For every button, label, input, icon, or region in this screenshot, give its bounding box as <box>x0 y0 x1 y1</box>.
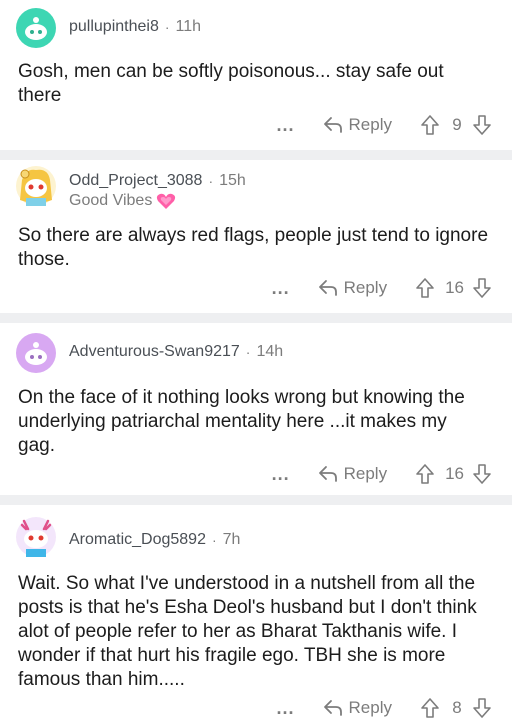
more-options-button[interactable]: ... <box>272 278 290 299</box>
comment-2: Odd_Project_3088 · 15h Good Vibes So the… <box>0 160 512 313</box>
more-options-button[interactable]: ... <box>277 698 295 719</box>
upvote-icon[interactable] <box>415 277 435 299</box>
reply-label: Reply <box>343 464 388 483</box>
downvote-icon[interactable] <box>472 697 492 719</box>
comment-body: Gosh, men can be softly poisonous... sta… <box>18 61 444 106</box>
avatar[interactable] <box>16 333 56 373</box>
reply-label: Reply <box>348 698 392 717</box>
upvote-icon[interactable] <box>415 463 435 485</box>
comment-body: On the face of it nothing looks wrong bu… <box>18 387 465 456</box>
username[interactable]: Adventurous-Swan9217 <box>69 343 240 361</box>
reply-button[interactable]: Reply <box>323 698 392 718</box>
flair-text: Good Vibes <box>69 192 153 209</box>
comment-actions: ... Reply 16 <box>272 277 492 299</box>
timestamp: 15h <box>219 172 246 189</box>
vote-count: 8 <box>452 698 462 717</box>
username[interactable]: Odd_Project_3088 <box>69 172 202 190</box>
comment-divider <box>0 150 512 160</box>
reply-button[interactable]: Reply <box>323 115 392 135</box>
reply-arrow-icon <box>323 117 342 133</box>
reply-button[interactable]: Reply <box>318 464 387 484</box>
more-options-button[interactable]: ... <box>277 115 295 136</box>
comment-header: Adventurous-Swan9217 · 14h <box>16 333 283 373</box>
upvote-icon[interactable] <box>420 114 440 136</box>
vote-count: 9 <box>452 115 462 134</box>
user-flair: Good Vibes <box>69 192 246 210</box>
comment-actions: ... Reply 9 <box>277 114 492 136</box>
comment-header: pullupinthei8 · 11h <box>16 8 201 48</box>
comment-header: Odd_Project_3088 · 15h Good Vibes <box>16 166 246 210</box>
vote-controls: 16 <box>415 463 492 485</box>
timestamp: 7h <box>222 531 241 548</box>
comment-actions: ... Reply 16 <box>272 463 492 485</box>
vote-count: 16 <box>445 278 464 297</box>
snoo-avatar-icon <box>25 342 47 365</box>
vote-controls: 16 <box>415 277 492 299</box>
separator-dot: · <box>208 173 214 189</box>
reply-arrow-icon <box>323 700 342 716</box>
separator-dot: · <box>245 344 251 360</box>
snoo-avatar-icon <box>25 17 47 40</box>
downvote-icon[interactable] <box>472 114 492 136</box>
separator-dot: · <box>211 532 217 548</box>
comment-divider <box>0 313 512 323</box>
reply-label: Reply <box>348 115 392 134</box>
reply-label: Reply <box>343 278 388 297</box>
downvote-icon[interactable] <box>472 277 492 299</box>
comment-body: Wait. So what I've understood in a nutsh… <box>18 573 477 690</box>
comment-body: So there are always red flags, people ju… <box>18 225 489 270</box>
avatar[interactable] <box>16 8 56 48</box>
comment-3: Adventurous-Swan9217 · 14h On the face o… <box>0 323 512 495</box>
more-options-button[interactable]: ... <box>272 464 290 485</box>
avatar[interactable] <box>16 517 56 557</box>
vote-count: 16 <box>445 464 464 483</box>
reply-button[interactable]: Reply <box>318 278 387 298</box>
timestamp: 14h <box>256 343 284 360</box>
comment-1: pullupinthei8 · 11h Gosh, men can be sof… <box>0 0 512 150</box>
comment-actions: ... Reply 8 <box>277 697 492 719</box>
downvote-icon[interactable] <box>472 463 492 485</box>
username[interactable]: Aromatic_Dog5892 <box>69 531 206 549</box>
snoo-avatar-icon <box>20 169 52 206</box>
username[interactable]: pullupinthei8 <box>69 18 159 36</box>
vote-controls: 9 <box>420 114 492 136</box>
comment-divider <box>0 495 512 505</box>
upvote-icon[interactable] <box>420 697 440 719</box>
vote-controls: 8 <box>420 697 492 719</box>
snoo-avatar-icon <box>20 519 52 557</box>
comment-4: Aromatic_Dog5892 · 7h Wait. So what I've… <box>0 505 512 719</box>
comment-header: Aromatic_Dog5892 · 7h <box>16 517 240 557</box>
timestamp: 11h <box>175 18 202 35</box>
avatar[interactable] <box>16 166 56 206</box>
reply-arrow-icon <box>318 280 337 296</box>
reply-arrow-icon <box>318 466 337 482</box>
separator-dot: · <box>164 19 170 35</box>
sparkling-heart-icon <box>157 193 176 209</box>
